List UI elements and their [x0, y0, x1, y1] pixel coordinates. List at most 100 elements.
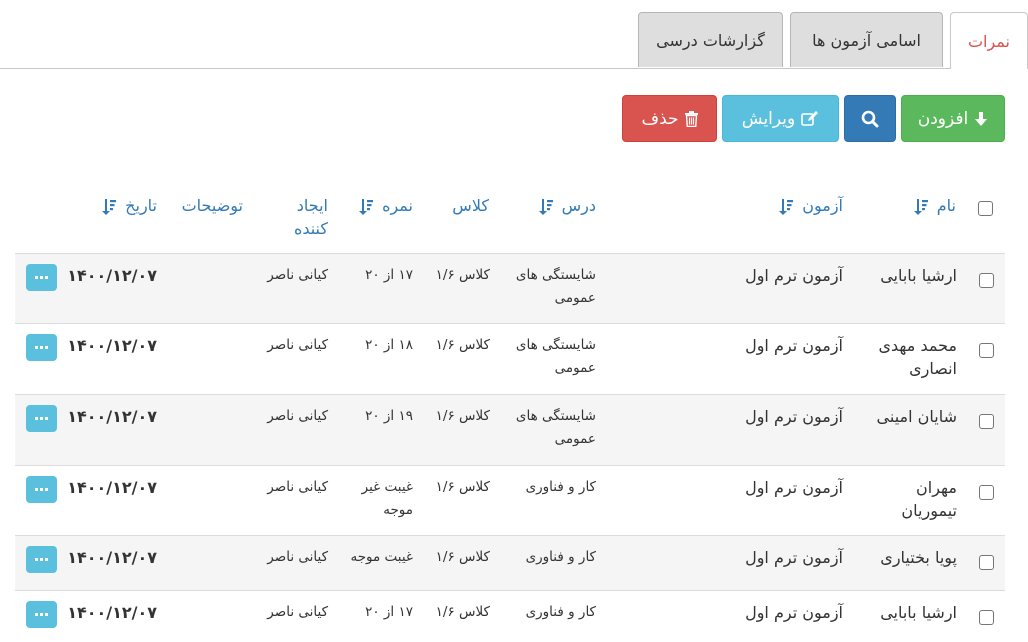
row-checkbox[interactable] — [979, 343, 994, 358]
row-checkbox[interactable] — [979, 414, 994, 429]
student-name-line1: ارشیا بابایی — [880, 266, 957, 285]
lesson-cell: کار و فناوری — [526, 476, 596, 499]
student-name-cell: ارشیا بابایی — [880, 264, 957, 287]
header-date-label: تاریخ — [125, 196, 157, 215]
tab-grades-label: نمرات — [967, 31, 1011, 51]
header-exam-label: آزمون — [802, 196, 843, 215]
class-cell: کلاس ۱/۶ — [435, 479, 490, 495]
row-checkbox[interactable] — [979, 555, 994, 570]
sort-icon — [102, 198, 117, 215]
date-cell: ۱۴۰۰/۱۲/۰۷ — [67, 478, 157, 497]
creator-cell: کیانی ناصر — [267, 337, 328, 353]
table-row: مهران تیموریان آزمون ترم اول کار و فناور… — [15, 465, 1005, 535]
table-row: ارشیا بابایی آزمون ترم اول شایستگی های ع… — [15, 253, 1005, 323]
grade-cell: ۱۷ از ۲۰ — [365, 264, 413, 287]
table-row: ارشیا بابایی آزمون ترم اول کار و فناوری … — [15, 590, 1005, 642]
row-checkbox[interactable] — [979, 610, 994, 625]
lesson-line1: شایستگی های — [515, 267, 596, 283]
tab-grades[interactable]: نمرات — [950, 12, 1028, 69]
creator-cell: کیانی ناصر — [267, 479, 328, 495]
lesson-cell: شایستگی های عمومی — [516, 334, 596, 380]
student-name-cell: محمد مهدی انصاری — [879, 334, 958, 380]
grade-cell: غیبت غیر موجه — [362, 476, 413, 522]
lesson-line1: کار و فناوری — [525, 549, 596, 565]
class-cell: کلاس ۱/۶ — [435, 267, 490, 283]
ellipsis-icon — [35, 417, 38, 420]
student-name-line1: ارشیا بابایی — [880, 603, 957, 622]
row-actions-button[interactable] — [26, 546, 57, 573]
student-name-cell: ارشیا بابایی — [880, 601, 957, 624]
sort-icon — [538, 198, 553, 215]
ellipsis-icon — [35, 276, 38, 279]
header-description[interactable]: توضیحات — [182, 194, 243, 217]
creator-cell: کیانی ناصر — [267, 267, 328, 283]
ellipsis-icon — [35, 488, 38, 491]
edit-button-label: ویرایش — [741, 108, 796, 129]
ellipsis-dot — [40, 276, 43, 279]
student-name-cell: مهران تیموریان — [901, 476, 957, 522]
grade-line1: ۱۸ از ۲۰ — [365, 337, 413, 353]
creator-cell: کیانی ناصر — [267, 408, 328, 424]
row-actions-button[interactable] — [26, 601, 57, 628]
tab-lesson-reports[interactable]: گزارشات درسی — [638, 12, 783, 67]
creator-cell: کیانی ناصر — [267, 604, 328, 620]
student-name-cell: پویا بختیاری — [880, 546, 957, 569]
row-checkbox[interactable] — [979, 485, 994, 500]
arrow-down-icon — [975, 111, 988, 126]
header-exam[interactable]: آزمون — [779, 194, 843, 217]
row-actions-button[interactable] — [26, 476, 57, 503]
exam-cell: آزمون ترم اول — [745, 336, 843, 355]
table-row: شایان امینی آزمون ترم اول شایستگی های عم… — [15, 394, 1005, 465]
row-checkbox[interactable] — [979, 273, 994, 288]
header-lesson[interactable]: درس — [538, 194, 596, 217]
delete-button-label: حذف — [641, 108, 679, 129]
header-grade[interactable]: نمره — [358, 194, 413, 217]
search-button[interactable] — [844, 95, 896, 142]
header-date[interactable]: تاریخ — [102, 194, 157, 217]
sort-icon — [913, 198, 928, 215]
student-name-line2: تیموریان — [901, 501, 957, 520]
exam-cell: آزمون ترم اول — [745, 266, 843, 285]
ellipsis-dot — [45, 346, 48, 349]
header-class[interactable]: کلاس — [452, 194, 489, 217]
table-row: پویا بختیاری آزمون ترم اول کار و فناوری … — [15, 535, 1005, 590]
class-cell: کلاس ۱/۶ — [435, 604, 490, 620]
grade-line1: غیبت غیر — [361, 479, 413, 495]
row-actions-button[interactable] — [26, 334, 57, 361]
grade-line2: موجه — [383, 502, 413, 518]
tab-exam-names[interactable]: اسامی آزمون ها — [790, 12, 943, 67]
grade-line1: ۱۷ از ۲۰ — [365, 604, 413, 620]
ellipsis-dot — [40, 488, 43, 491]
add-button[interactable]: افزودن — [901, 95, 1005, 142]
sort-icon — [358, 198, 373, 215]
tab-bar: نمرات اسامی آزمون ها گزارشات درسی — [0, 0, 1028, 69]
ellipsis-dot — [45, 417, 48, 420]
edit-button[interactable]: ویرایش — [722, 95, 839, 142]
student-name-line2: انصاری — [909, 359, 957, 378]
select-all-checkbox[interactable] — [978, 201, 993, 216]
ellipsis-dot — [40, 558, 43, 561]
student-name-line1: پویا بختیاری — [880, 548, 957, 567]
date-cell: ۱۴۰۰/۱۲/۰۷ — [67, 407, 157, 426]
header-name[interactable]: نام — [913, 194, 956, 217]
grade-line1: غیبت موجه — [350, 549, 413, 565]
header-name-label: نام — [936, 196, 956, 215]
header-lesson-label: درس — [561, 196, 596, 215]
exam-cell: آزمون ترم اول — [745, 407, 843, 426]
lesson-line2: عمومی — [554, 360, 596, 376]
trash-icon — [684, 110, 698, 127]
delete-button[interactable]: حذف — [622, 95, 717, 142]
exam-cell: آزمون ترم اول — [745, 603, 843, 622]
header-creator[interactable]: ایجاد کننده — [294, 194, 328, 240]
ellipsis-dot — [40, 346, 43, 349]
ellipsis-dot — [45, 276, 48, 279]
lesson-cell: کار و فناوری — [526, 546, 596, 569]
row-actions-button[interactable] — [26, 264, 57, 291]
date-cell: ۱۴۰۰/۱۲/۰۷ — [67, 266, 157, 285]
search-icon — [861, 110, 879, 127]
row-actions-button[interactable] — [26, 405, 57, 432]
header-class-label: کلاس — [452, 196, 489, 215]
lesson-cell: کار و فناوری — [526, 601, 596, 624]
exam-cell: آزمون ترم اول — [745, 478, 843, 497]
table-row: محمد مهدی انصاری آزمون ترم اول شایستگی ه… — [15, 323, 1005, 394]
